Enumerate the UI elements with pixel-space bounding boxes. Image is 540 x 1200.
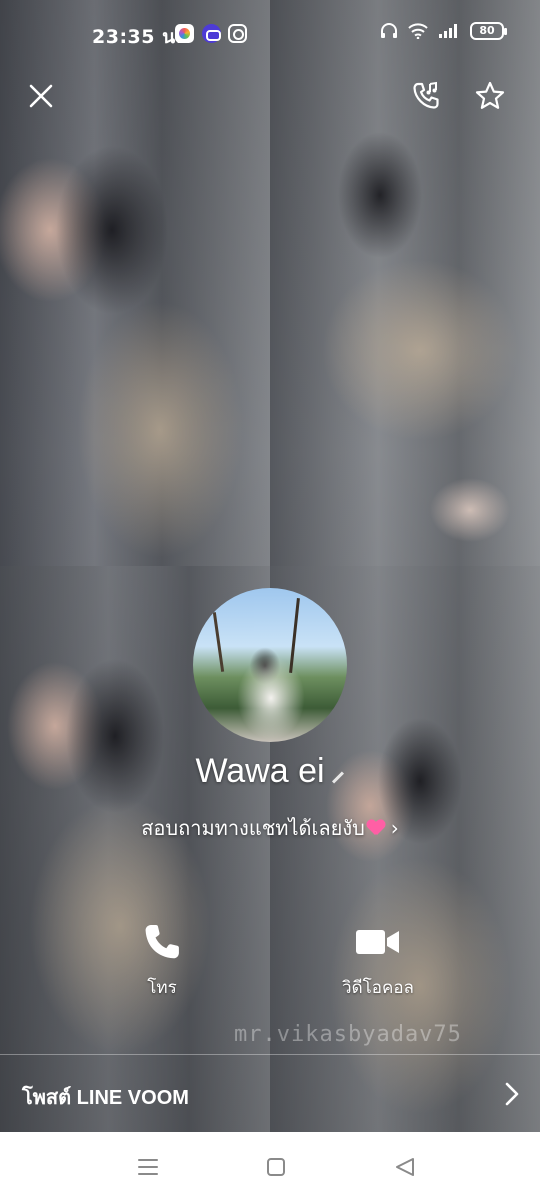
status-time: 23:35 น.	[92, 26, 184, 48]
watermark-text: mr.vikasbyadav75	[234, 1022, 462, 1047]
avatar-tree-decoration	[212, 612, 225, 672]
status-message-row[interactable]: สอบถามทางแชทได้เลยงับ ›	[0, 812, 540, 844]
phone-icon-wrap	[97, 918, 227, 966]
star-outline-icon	[475, 81, 505, 109]
game-app-icon	[202, 24, 221, 43]
voice-call-button[interactable]: โทร	[97, 918, 227, 1001]
phone-music-icon	[413, 81, 439, 109]
recent-apps-button[interactable]	[135, 1154, 161, 1180]
photos-app-icon	[175, 24, 194, 43]
status-message: สอบถามทางแชทได้เลยงับ	[141, 816, 365, 840]
cover-dim-overlay	[0, 0, 540, 1132]
status-bar: 23:35 น. 80	[0, 0, 540, 66]
profile-screen: 23:35 น. 80 Wawa ei สอบถามทางแชทได้เลยงั…	[0, 0, 540, 1132]
cover-photo-grid	[0, 0, 540, 1132]
pink-heart-icon	[367, 820, 385, 836]
instagram-icon	[228, 24, 247, 43]
phone-icon	[145, 925, 179, 959]
home-square-icon	[267, 1158, 285, 1176]
video-call-button[interactable]: วิดีโอคอล	[313, 918, 443, 1001]
video-call-label: วิดีโอคอล	[342, 978, 414, 998]
system-nav-bar	[0, 1132, 540, 1200]
signal-icon	[439, 24, 457, 38]
headphones-icon	[381, 23, 397, 38]
profile-avatar[interactable]	[193, 588, 347, 742]
wifi-icon	[408, 23, 428, 39]
close-button[interactable]	[21, 76, 61, 116]
profile-name-row: Wawa ei	[0, 752, 540, 791]
close-icon	[29, 84, 53, 108]
status-chevron-icon: ›	[390, 816, 399, 840]
status-right-group: 80	[380, 22, 507, 40]
line-voom-posts-row[interactable]: โพสต์ LINE VOOM	[0, 1054, 540, 1132]
ringtone-button[interactable]	[406, 76, 446, 116]
home-button[interactable]	[263, 1154, 289, 1180]
back-triangle-icon	[396, 1158, 414, 1176]
back-button[interactable]	[392, 1154, 418, 1180]
voice-call-label: โทร	[147, 978, 177, 998]
video-icon-wrap	[313, 918, 443, 966]
video-camera-icon	[356, 930, 399, 954]
avatar-tree-decoration	[289, 598, 300, 673]
menu-icon	[138, 1159, 158, 1175]
line-voom-label: โพสต์ LINE VOOM	[22, 1087, 189, 1109]
chevron-right-icon	[505, 1082, 519, 1106]
favorite-button[interactable]	[470, 76, 510, 116]
profile-name: Wawa ei	[195, 752, 325, 790]
battery-icon: 80	[470, 22, 507, 40]
pencil-icon	[331, 771, 344, 784]
